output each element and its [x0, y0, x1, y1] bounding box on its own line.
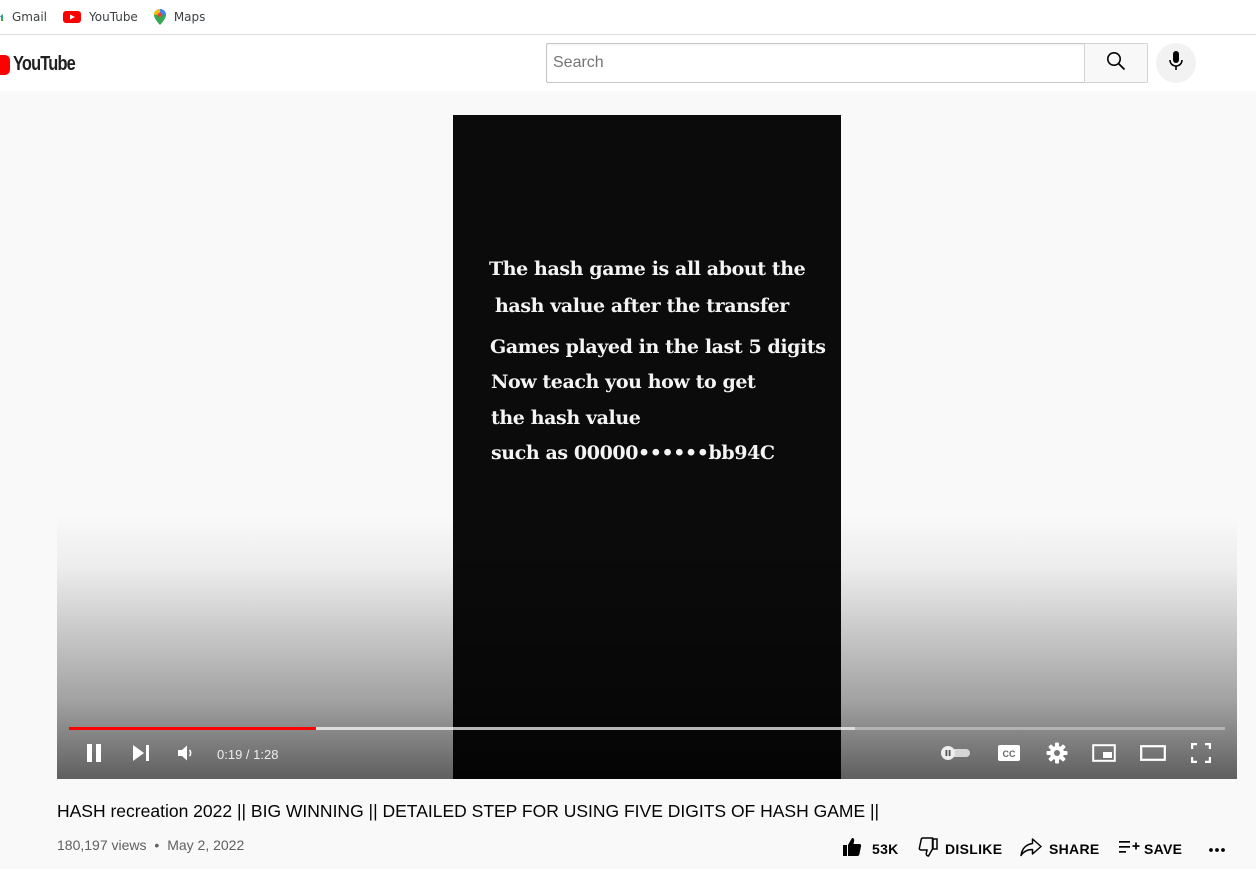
bookmark-label: YouTube — [89, 10, 138, 24]
volume-icon — [177, 744, 195, 767]
gear-icon — [1046, 742, 1068, 769]
bookmark-youtube[interactable]: YouTube — [63, 5, 138, 29]
video-player[interactable]: The hash game is all about the hash valu… — [57, 115, 1237, 779]
progress-bar[interactable] — [69, 727, 1225, 730]
gmail-icon — [0, 11, 4, 23]
fullscreen-button[interactable] — [1187, 739, 1215, 771]
video-meta: 180,197 views • May 2, 2022 — [57, 837, 244, 853]
pause-button[interactable] — [81, 739, 107, 771]
dislike-label: DISLIKE — [945, 841, 1003, 857]
search-button[interactable] — [1084, 43, 1148, 83]
add-to-playlist-icon — [1118, 838, 1140, 861]
masthead: YouTube — [0, 35, 1256, 91]
thumbs-up-icon — [842, 837, 862, 862]
miniplayer-button[interactable] — [1090, 739, 1118, 771]
bookmarks-bar: Gmail YouTube Maps — [0, 0, 1256, 35]
pause-icon — [85, 743, 103, 768]
settings-button[interactable] — [1043, 739, 1071, 771]
share-label: SHARE — [1049, 841, 1100, 857]
upload-date: May 2, 2022 — [167, 837, 245, 853]
more-actions-button[interactable] — [1204, 834, 1230, 864]
more-horizontal-icon — [1208, 840, 1226, 858]
autoplay-toggle-icon — [938, 745, 972, 766]
autoplay-toggle[interactable] — [937, 739, 973, 771]
fullscreen-icon — [1190, 742, 1212, 768]
time-display: 0:19 / 1:28 — [217, 747, 279, 762]
search-box — [546, 43, 1085, 83]
bookmark-label: Gmail — [12, 10, 48, 24]
like-button[interactable]: 53K — [842, 834, 899, 864]
overlay-line: Now teach you how to get — [491, 371, 756, 393]
miniplayer-icon — [1092, 743, 1116, 767]
overlay-line: hash value after the transfer — [495, 295, 789, 317]
like-count: 53K — [872, 841, 899, 857]
youtube-icon — [63, 11, 82, 23]
subtitles-button[interactable]: CC — [995, 739, 1023, 771]
maps-icon — [153, 9, 166, 25]
theater-mode-button[interactable] — [1138, 739, 1168, 771]
microphone-icon — [1169, 50, 1183, 76]
share-button[interactable]: SHARE — [1020, 834, 1100, 864]
logo-text: YouTube — [13, 53, 76, 75]
svg-text:CC: CC — [1003, 749, 1016, 759]
youtube-logo-icon — [0, 54, 10, 75]
bookmark-gmail[interactable]: Gmail — [0, 5, 47, 29]
skip-next-icon — [132, 744, 150, 767]
overlay-line: Games played in the last 5 digits — [490, 336, 826, 358]
youtube-logo[interactable]: YouTube — [0, 53, 89, 76]
mute-button[interactable] — [175, 739, 197, 771]
meta-separator: • — [154, 837, 160, 853]
bookmark-label: Maps — [173, 10, 206, 24]
video-title: HASH recreation 2022 || BIG WINNING || D… — [57, 801, 880, 821]
dislike-button[interactable]: DISLIKE — [918, 834, 1002, 864]
overlay-line: such as 00000••••••bb94C — [491, 442, 775, 464]
thumbs-down-icon — [918, 836, 938, 862]
overlay-line: the hash value — [491, 407, 641, 429]
bookmark-maps[interactable]: Maps — [153, 5, 206, 29]
view-count: 180,197 views — [57, 837, 147, 853]
next-button[interactable] — [129, 739, 153, 771]
overlay-line: The hash game is all about the — [489, 258, 806, 280]
search-input[interactable] — [547, 44, 1085, 82]
save-label: SAVE — [1144, 841, 1183, 857]
closed-captions-icon: CC — [997, 744, 1021, 767]
voice-search-button[interactable] — [1156, 43, 1196, 83]
theater-mode-icon — [1140, 744, 1166, 766]
save-button[interactable]: SAVE — [1118, 834, 1182, 864]
progress-played — [69, 727, 317, 730]
share-icon — [1020, 837, 1042, 862]
search-icon — [1106, 51, 1126, 76]
